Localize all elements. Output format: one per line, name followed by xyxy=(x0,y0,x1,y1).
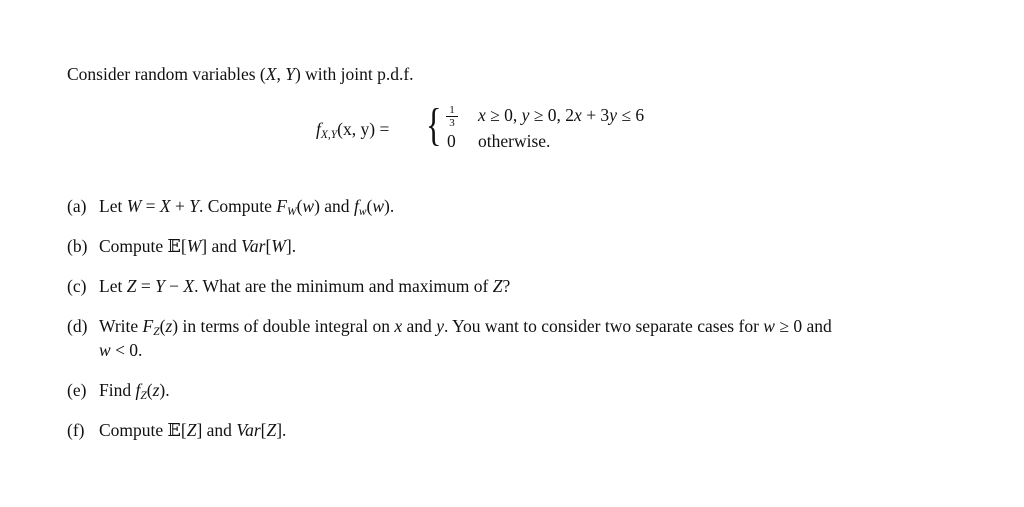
case1-condition: x ≥ 0, y ≥ 0, 2x + 3y ≤ 6 xyxy=(478,105,645,125)
part-c: (c) Let Z = Y − X. What are the minimum a… xyxy=(67,276,510,296)
part-label: (f) xyxy=(67,420,85,440)
part-label: (a) xyxy=(67,196,87,216)
part-label: (e) xyxy=(67,380,87,400)
fraction-denominator: 3 xyxy=(449,117,455,129)
part-text: Compute 𝔼[W] and Var[W]. xyxy=(99,236,297,257)
left-brace: { xyxy=(426,99,442,150)
part-b: (b) Compute 𝔼[W] and Var[W]. xyxy=(67,236,296,257)
formula-args: (x, y) = xyxy=(337,119,390,139)
joint-pdf-formula: fX,Y(x, y) = { 1 3 x ≥ 0, y ≥ 0, 2x + 3y… xyxy=(316,99,716,153)
fraction-one-third: 1 3 xyxy=(446,104,458,129)
part-text: Compute 𝔼[Z] and Var[Z]. xyxy=(99,420,287,441)
part-a: (a) Let W = X + Y. Compute FW(w) and fw(w… xyxy=(67,196,394,222)
part-label: (d) xyxy=(67,316,88,336)
fraction-numerator: 1 xyxy=(449,104,455,116)
part-label: (c) xyxy=(67,276,87,296)
part-text: Let Z = Y − X. What are the minimum and … xyxy=(99,276,511,296)
formula-subscript: X,Y xyxy=(320,129,338,141)
case2-value: 0 xyxy=(447,131,456,151)
part-text: Write FZ(z) in terms of double integral … xyxy=(99,316,832,338)
part-e: (e) Find fZ(z). xyxy=(67,380,170,406)
part-text: Find fZ(z). xyxy=(99,380,170,402)
formula-lhs: fX,Y(x, y) = xyxy=(316,119,389,141)
case2-condition: otherwise. xyxy=(478,131,551,151)
part-label: (b) xyxy=(67,236,88,256)
part-text: Let W = X + Y. Compute FW(w) and fw(w). xyxy=(99,196,395,218)
problem-intro: Consider random variables (X, Y) with jo… xyxy=(67,64,414,84)
part-f: (f) Compute 𝔼[Z] and Var[Z]. xyxy=(67,420,286,441)
part-d: (d) Write FZ(z) in terms of double integr… xyxy=(67,316,832,342)
part-d-continuation: w < 0. xyxy=(99,340,143,360)
